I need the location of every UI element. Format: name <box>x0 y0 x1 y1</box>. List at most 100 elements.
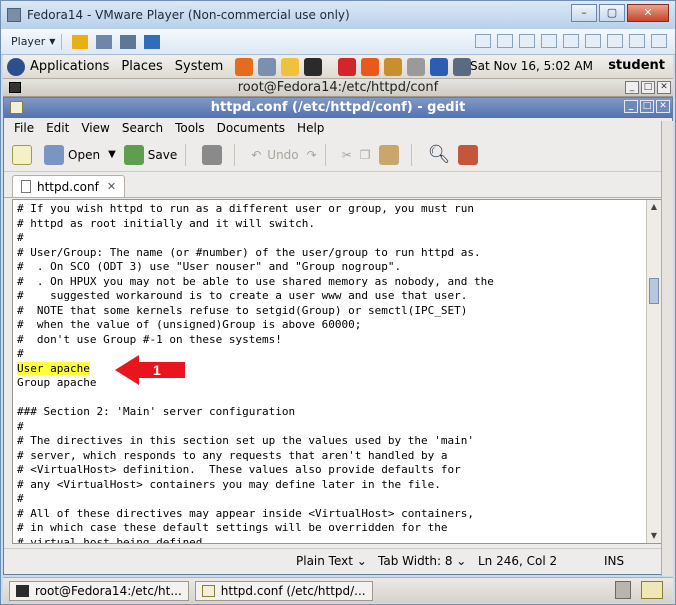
places-menu[interactable]: Places <box>121 59 162 74</box>
code-line[interactable]: # NOTE that some kernels refuse to setgi… <box>17 304 661 319</box>
code-line[interactable]: # <box>17 420 661 435</box>
code-line[interactable]: # virtual host being defined. <box>17 536 661 544</box>
floppy-icon[interactable] <box>541 34 557 48</box>
editor-vertical-scrollbar[interactable]: ▲ ▼ <box>646 200 661 543</box>
code-line[interactable]: # suggested workaround is to create a us… <box>17 289 661 304</box>
minimize-button[interactable]: – <box>571 4 597 22</box>
fullscreen-icon[interactable] <box>120 34 137 49</box>
code-line[interactable]: # <box>17 347 661 362</box>
close-button[interactable]: ✕ <box>656 100 670 113</box>
network-adapter-icon[interactable] <box>563 34 579 48</box>
code-line[interactable]: # . On HPUX you may not be able to use s… <box>17 275 661 290</box>
replace-button[interactable] <box>458 144 482 165</box>
menu-file[interactable]: File <box>14 121 34 135</box>
printer-icon[interactable] <box>585 34 601 48</box>
code-content[interactable]: # If you wish httpd to run as a differen… <box>13 200 661 544</box>
volume-icon[interactable] <box>407 57 426 76</box>
unity-icon[interactable] <box>144 34 161 49</box>
usb-icon[interactable] <box>607 34 623 48</box>
applications-menu[interactable]: Applications <box>30 59 109 74</box>
chevron-right-icon[interactable] <box>475 34 491 48</box>
cut-button[interactable]: ✂ <box>342 148 352 162</box>
menu-tools[interactable]: Tools <box>175 121 205 135</box>
display-icon[interactable] <box>651 34 667 48</box>
update-icon[interactable] <box>338 57 357 76</box>
undo-button[interactable]: ↶ Undo <box>251 148 298 162</box>
code-line[interactable]: # any <VirtualHost> containers you may d… <box>17 478 661 493</box>
alert-icon[interactable] <box>361 57 380 76</box>
bluetooth-icon[interactable] <box>430 57 449 76</box>
code-line[interactable]: # <box>17 492 661 507</box>
menu-help[interactable]: Help <box>297 121 324 135</box>
mail-icon[interactable] <box>258 57 277 76</box>
terminal-icon[interactable] <box>304 57 323 76</box>
redo-button[interactable]: ↷ <box>307 148 317 162</box>
scroll-up-arrow[interactable]: ▲ <box>649 202 659 212</box>
terminal-titlebar: root@Fedora14:/etc/httpd/conf _ □ ✕ <box>3 79 673 97</box>
code-line[interactable]: User apache <box>17 361 661 377</box>
pause-icon[interactable] <box>72 34 89 49</box>
maximize-button[interactable]: ▢ <box>599 4 625 22</box>
taskbar-item-terminal[interactable]: root@Fedora14:/etc/ht... <box>9 580 189 601</box>
window-list-icon[interactable] <box>641 581 663 599</box>
close-button[interactable]: ✕ <box>657 81 671 94</box>
code-line[interactable]: # in which case these default settings w… <box>17 521 661 536</box>
syntax-mode-selector[interactable]: Plain Text ⌄ <box>296 554 367 568</box>
paste-button[interactable] <box>378 144 403 165</box>
code-line[interactable]: # User/Group: The name (or #number) of t… <box>17 246 661 261</box>
scrollbar-thumb[interactable] <box>649 278 659 304</box>
text-editor[interactable]: # If you wish httpd to run as a differen… <box>12 199 662 544</box>
tab-width-selector[interactable]: Tab Width: 8 ⌄ <box>378 554 466 568</box>
close-tab-icon[interactable]: ✕ <box>107 180 116 193</box>
code-line[interactable]: # All of these directives may appear ins… <box>17 507 661 522</box>
menu-search[interactable]: Search <box>122 121 163 135</box>
minimize-button[interactable]: _ <box>625 81 639 94</box>
display-settings-icon[interactable] <box>453 57 472 76</box>
code-line[interactable]: # The directives in this section set up … <box>17 434 661 449</box>
minimize-button[interactable]: _ <box>624 100 638 113</box>
open-button[interactable]: Open ▼ <box>44 144 116 165</box>
message-icon[interactable] <box>629 34 645 48</box>
firefox-icon[interactable] <box>235 57 254 76</box>
scissors-icon: ✂ <box>341 147 352 162</box>
new-button[interactable] <box>12 144 36 165</box>
hard-disk-icon[interactable] <box>497 34 513 48</box>
system-menu[interactable]: System <box>175 59 223 74</box>
menu-documents[interactable]: Documents <box>217 121 285 135</box>
code-line[interactable]: # <box>17 231 661 246</box>
code-line[interactable]: Group apache <box>17 376 661 391</box>
tab-httpd-conf[interactable]: httpd.conf ✕ <box>12 175 126 197</box>
save-button[interactable]: Save <box>123 144 177 165</box>
code-line[interactable] <box>17 391 661 406</box>
code-line[interactable]: ### Section 2: 'Main' server configurati… <box>17 405 661 420</box>
maximize-button[interactable]: □ <box>640 100 654 113</box>
panel-user[interactable]: student <box>608 58 665 73</box>
code-line[interactable]: # when the value of (unsigned)Group is a… <box>17 318 661 333</box>
maximize-button[interactable]: □ <box>641 81 655 94</box>
code-line[interactable]: # server, which responds to any requests… <box>17 449 661 464</box>
panel-clock[interactable]: Sat Nov 16, 5:02 AM <box>470 59 593 73</box>
scroll-down-arrow[interactable]: ▼ <box>649 531 659 541</box>
network-manager-icon[interactable] <box>384 57 403 76</box>
copy-button[interactable]: ❐ <box>360 148 371 162</box>
gedit-statusbar: Plain Text ⌄ Tab Width: 8 ⌄ Ln 246, Col … <box>4 548 672 574</box>
trash-icon[interactable] <box>615 581 631 599</box>
taskbar-item-gedit[interactable]: httpd.conf (/etc/httpd/... <box>194 580 373 601</box>
find-button[interactable]: 🔍︎ <box>428 144 451 165</box>
network-icon[interactable] <box>96 34 113 49</box>
chevron-down-icon[interactable]: ▼ <box>108 149 116 160</box>
close-button[interactable]: ✕ <box>627 4 669 22</box>
menu-view[interactable]: View <box>81 121 109 135</box>
code-line[interactable]: # If you wish httpd to run as a differen… <box>17 202 661 217</box>
menu-edit[interactable]: Edit <box>46 121 69 135</box>
cd-drive-icon[interactable] <box>519 34 535 48</box>
code-line[interactable]: # . On SCO (ODT 3) use "User nouser" and… <box>17 260 661 275</box>
code-line[interactable]: # httpd as root initially and it will sw… <box>17 217 661 232</box>
player-menu-button[interactable]: Player ▼ <box>11 35 55 48</box>
search-icon: 🔍︎ <box>427 144 451 165</box>
terminal-scrollbar[interactable] <box>661 121 673 576</box>
notes-icon[interactable] <box>281 57 300 76</box>
code-line[interactable]: # don't use Group #-1 on these systems! <box>17 333 661 348</box>
print-button[interactable] <box>202 144 226 165</box>
code-line[interactable]: # <VirtualHost> definition. These values… <box>17 463 661 478</box>
